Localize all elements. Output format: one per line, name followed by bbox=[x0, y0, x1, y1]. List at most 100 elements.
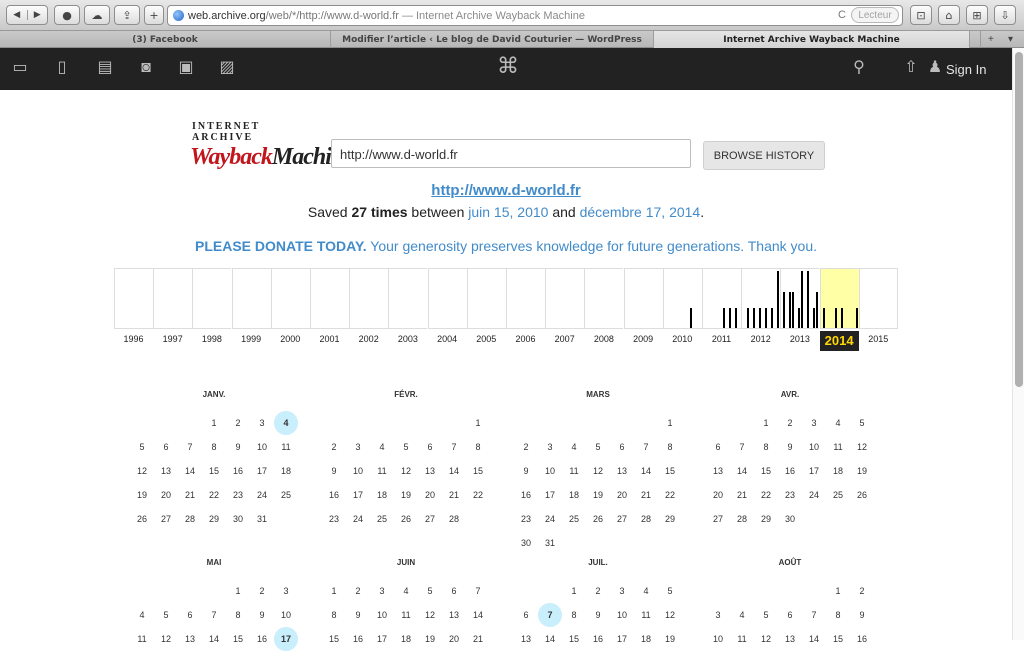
reader-button[interactable]: Lecteur bbox=[851, 7, 899, 23]
donate-title[interactable]: PLEASE DONATE TODAY. bbox=[195, 238, 367, 254]
capture-bar[interactable] bbox=[834, 308, 837, 328]
timeline-year-2014[interactable] bbox=[819, 268, 859, 329]
last-capture-link[interactable]: décembre 17, 2014 bbox=[580, 204, 701, 220]
year-label-2005[interactable]: 2005 bbox=[467, 334, 506, 344]
scrollbar-thumb[interactable] bbox=[1015, 52, 1023, 387]
stop-icon[interactable]: ● bbox=[54, 5, 80, 25]
year-label-2000[interactable]: 2000 bbox=[271, 334, 310, 344]
browse-history-button[interactable]: BROWSE HISTORY bbox=[703, 141, 825, 170]
calendar-day-captured[interactable]: 7 bbox=[538, 603, 562, 627]
capture-bar[interactable] bbox=[798, 308, 801, 328]
upload-icon[interactable]: ⇧ bbox=[902, 60, 920, 76]
sign-in-link[interactable]: Sign In bbox=[946, 62, 986, 77]
capture-bar[interactable] bbox=[789, 292, 792, 328]
downloads-icon[interactable]: ⇩ bbox=[994, 5, 1016, 25]
archive-logo-icon[interactable]: ⌘ bbox=[497, 55, 519, 77]
capture-bar[interactable] bbox=[840, 308, 843, 328]
timeline-year-2007[interactable] bbox=[545, 268, 585, 329]
timeline-year-2015[interactable] bbox=[858, 268, 898, 329]
year-label-2009[interactable]: 2009 bbox=[624, 334, 663, 344]
timeline-year-2013[interactable] bbox=[780, 268, 820, 329]
year-label-2008[interactable]: 2008 bbox=[584, 334, 623, 344]
capture-bar[interactable] bbox=[753, 308, 756, 328]
capture-bar[interactable] bbox=[689, 308, 692, 328]
capture-timeline[interactable] bbox=[114, 268, 898, 330]
capture-bar[interactable] bbox=[729, 308, 731, 328]
forward-icon[interactable]: ▶ bbox=[26, 10, 48, 20]
timeline-year-2011[interactable] bbox=[702, 268, 741, 329]
tab-facebook[interactable]: (3) Facebook bbox=[0, 31, 331, 48]
capture-bar[interactable] bbox=[807, 271, 810, 328]
year-label-2002[interactable]: 2002 bbox=[349, 334, 388, 344]
url-search-input[interactable]: http://www.d-world.fr bbox=[331, 139, 691, 168]
year-label-1997[interactable]: 1997 bbox=[153, 334, 192, 344]
first-capture-link[interactable]: juin 15, 2010 bbox=[468, 204, 548, 220]
year-label-2010[interactable]: 2010 bbox=[663, 334, 702, 344]
year-label-1998[interactable]: 1998 bbox=[192, 334, 231, 344]
capture-bar[interactable] bbox=[735, 308, 737, 328]
page-scrollbar[interactable] bbox=[1012, 48, 1024, 640]
timeline-year-2012[interactable] bbox=[741, 268, 781, 329]
donate-banner[interactable]: PLEASE DONATE TODAY. Your generosity pre… bbox=[0, 238, 1012, 254]
timeline-year-2010[interactable] bbox=[662, 268, 702, 329]
year-label-2004[interactable]: 2004 bbox=[428, 334, 467, 344]
donate-text[interactable]: Your generosity preserves knowledge for … bbox=[370, 238, 817, 254]
year-label-1996[interactable]: 1996 bbox=[114, 334, 153, 344]
calendar-day-captured[interactable]: 17 bbox=[274, 627, 298, 651]
year-label-2001[interactable]: 2001 bbox=[310, 334, 349, 344]
site-link[interactable]: http://www.d-world.fr bbox=[0, 182, 1012, 199]
capture-bar[interactable] bbox=[783, 292, 786, 328]
sidebar-icon[interactable]: ⊡ bbox=[910, 5, 932, 25]
timeline-year-1996[interactable] bbox=[114, 268, 153, 329]
capture-bar[interactable] bbox=[723, 308, 725, 328]
nav-back-forward[interactable]: ◀ ▶ bbox=[6, 5, 48, 25]
capture-bar[interactable] bbox=[747, 308, 750, 328]
capture-bar[interactable] bbox=[765, 308, 768, 328]
year-label-2015[interactable]: 2015 bbox=[859, 334, 898, 344]
year-label-2006[interactable]: 2006 bbox=[506, 334, 545, 344]
audio-icon[interactable]: ◙ bbox=[137, 60, 155, 76]
search-icon[interactable]: ⚲ bbox=[850, 60, 868, 76]
capture-bar[interactable] bbox=[816, 292, 819, 328]
year-label-1999[interactable]: 1999 bbox=[232, 334, 271, 344]
back-icon[interactable]: ◀ bbox=[7, 10, 27, 20]
capture-bar[interactable] bbox=[801, 271, 804, 328]
year-label-2014[interactable]: 2014 bbox=[819, 331, 859, 351]
timeline-year-1997[interactable] bbox=[153, 268, 193, 329]
capture-bar[interactable] bbox=[813, 308, 816, 328]
icloud-icon[interactable]: ☁ bbox=[84, 5, 110, 25]
add-bookmark-icon[interactable]: + bbox=[144, 5, 164, 25]
capture-bar[interactable] bbox=[792, 292, 795, 328]
timeline-year-1998[interactable] bbox=[192, 268, 232, 329]
timeline-year-2006[interactable] bbox=[506, 268, 545, 329]
year-label-2007[interactable]: 2007 bbox=[545, 334, 584, 344]
capture-bar[interactable] bbox=[822, 308, 825, 328]
year-label-2012[interactable]: 2012 bbox=[741, 334, 780, 344]
refresh-icon[interactable]: C bbox=[838, 9, 846, 21]
year-label-2011[interactable]: 2011 bbox=[702, 334, 741, 344]
timeline-year-2004[interactable] bbox=[427, 268, 467, 329]
timeline-year-2003[interactable] bbox=[388, 268, 428, 329]
share-icon[interactable]: ⇪ bbox=[114, 5, 140, 25]
tab-menu-icon[interactable]: ▾ bbox=[1008, 34, 1013, 45]
wayback-logo[interactable]: INTERNET ARCHIVE WaybackMachine bbox=[190, 121, 354, 171]
software-icon[interactable]: ▣ bbox=[177, 60, 195, 76]
year-label-2013[interactable]: 2013 bbox=[780, 334, 819, 344]
web-icon[interactable]: ▭ bbox=[11, 60, 29, 76]
calendar-day-captured[interactable]: 4 bbox=[274, 411, 298, 435]
home-icon[interactable]: ⌂ bbox=[938, 5, 960, 25]
new-tab-icon[interactable]: + bbox=[988, 34, 994, 45]
timeline-year-2002[interactable] bbox=[349, 268, 389, 329]
capture-bar[interactable] bbox=[777, 271, 780, 328]
texts-icon[interactable]: ▯ bbox=[53, 60, 71, 76]
tab-wordpress[interactable]: Modifier l’article ‹ Le blog de David Co… bbox=[331, 31, 654, 48]
top-sites-icon[interactable]: ⊞ bbox=[966, 5, 988, 25]
capture-bar[interactable] bbox=[759, 308, 762, 328]
timeline-year-2005[interactable] bbox=[466, 268, 506, 329]
timeline-year-1999[interactable] bbox=[231, 268, 271, 329]
address-bar[interactable]: web.archive.org /web/*/http://www.d-worl… bbox=[167, 5, 903, 26]
tab-wayback[interactable]: Internet Archive Wayback Machine bbox=[654, 31, 970, 48]
timeline-year-2008[interactable] bbox=[584, 268, 624, 329]
timeline-year-2001[interactable] bbox=[310, 268, 349, 329]
capture-bar[interactable] bbox=[771, 308, 774, 328]
